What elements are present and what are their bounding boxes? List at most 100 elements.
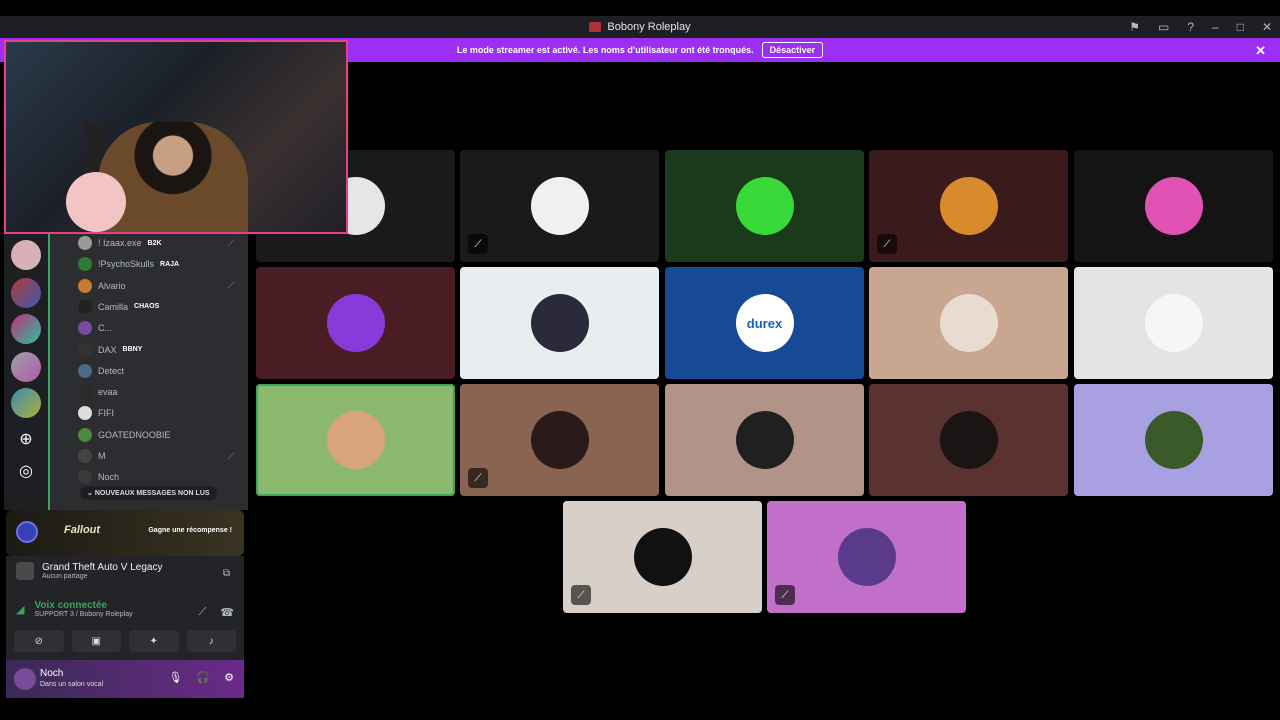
maximize-icon[interactable]: □	[1237, 20, 1244, 34]
member-name: evaa	[98, 387, 118, 398]
help-icon[interactable]: ?	[1187, 20, 1194, 34]
window-title-text: Bobony Roleplay	[607, 21, 691, 33]
promo-brand: Fallout	[64, 524, 101, 536]
game-activity[interactable]: Grand Theft Auto V Legacy Aucun partage	[16, 562, 162, 580]
participant-tile[interactable]	[1074, 150, 1273, 262]
headphones-icon[interactable]: 🎧	[196, 671, 210, 684]
participant-tile[interactable]: ⟋	[460, 384, 659, 496]
participant-avatar	[735, 411, 794, 469]
server-icon[interactable]	[11, 240, 41, 270]
banner-close-icon[interactable]: ✕	[1255, 43, 1266, 59]
participant-tile[interactable]	[665, 150, 864, 262]
new-messages-pill[interactable]: ⌄ NOUVEAUX MESSAGES NON LUS	[80, 486, 217, 500]
member-row[interactable]: FIFI	[78, 404, 114, 422]
member-row[interactable]: DAX BBNY	[78, 341, 142, 359]
member-row[interactable]: ! Izaax.exe B2K ⟋	[78, 234, 234, 252]
server-folder-icon[interactable]	[11, 278, 41, 308]
participant-tile[interactable]: ⟋	[767, 501, 966, 613]
member-row[interactable]: GOATEDNOOBIE	[78, 426, 170, 444]
microphone-icon[interactable]: 🎙	[168, 671, 182, 684]
participant-avatar	[633, 528, 692, 586]
participant-tile[interactable]	[1074, 384, 1273, 496]
member-avatar	[78, 470, 92, 485]
server-folder-icon[interactable]	[11, 388, 41, 418]
close-icon[interactable]: ✕	[1262, 20, 1272, 34]
participant-avatar	[326, 294, 385, 352]
server-folder-icon[interactable]	[11, 352, 41, 382]
discover-icon[interactable]: ◎	[11, 456, 41, 486]
participant-avatar	[1144, 177, 1203, 235]
disable-streamer-mode-button[interactable]: Désactiver	[761, 42, 824, 58]
member-name: !PsychoSkulls	[98, 259, 155, 270]
member-row[interactable]: Camilla CHAOS	[78, 298, 159, 316]
member-row[interactable]: Detect	[78, 362, 124, 380]
participant-tile[interactable]: ⟋	[460, 150, 659, 262]
server-folder-icon[interactable]	[11, 314, 41, 344]
participant-tile[interactable]	[869, 384, 1068, 496]
screen-share-icon[interactable]: ⧉	[223, 568, 230, 579]
game-status: Aucun partage	[42, 573, 88, 580]
participant-tile[interactable]: ⟋	[563, 501, 762, 613]
soundboard-button[interactable]: ♪	[186, 630, 236, 652]
participant-avatar	[1144, 294, 1203, 352]
member-tag: BBNY	[122, 346, 143, 353]
participant-tile[interactable]	[256, 267, 455, 379]
game-name: Grand Theft Auto V Legacy	[42, 562, 163, 573]
member-name: FIFI	[98, 408, 114, 419]
participant-tile[interactable]	[256, 384, 455, 496]
member-row[interactable]: Noch	[78, 468, 119, 486]
participant-tile[interactable]	[460, 267, 659, 379]
flag-icon[interactable]: ⚑	[1129, 20, 1140, 34]
member-avatar	[78, 342, 92, 357]
member-row[interactable]: Alvario ⟋	[78, 277, 234, 295]
user-name[interactable]: Noch	[40, 668, 63, 679]
member-tag: RAJA	[160, 260, 180, 268]
member-avatar	[78, 427, 92, 442]
user-panel: Noch Dans un salon vocal 🎙 🎧 ⚙	[6, 660, 244, 698]
disconnect-icon[interactable]: ☎	[220, 606, 234, 619]
quest-promo[interactable]: Fallout Gagne une récompense !	[6, 510, 244, 556]
server-rail: ⊕ ◎	[4, 234, 48, 510]
member-avatar	[78, 363, 92, 378]
member-row[interactable]: evaa	[78, 383, 118, 401]
participant-tile[interactable]	[665, 384, 864, 496]
settings-gear-icon[interactable]: ⚙	[224, 671, 234, 684]
member-row[interactable]: M ⟋	[78, 447, 234, 465]
member-row[interactable]: !PsychoSkulls RAJA	[78, 255, 179, 273]
share-screen-button[interactable]: ▣	[71, 630, 121, 652]
muted-icon: ⟋	[775, 585, 795, 605]
muted-icon: ⟋	[468, 468, 488, 488]
participant-avatar	[735, 177, 794, 235]
participant-tile[interactable]: ⟋	[869, 150, 1068, 262]
voice-channel-label[interactable]: SUPPORT 3 / Bobony Roleplay	[34, 611, 132, 618]
participant-tile[interactable]: durex	[665, 267, 864, 379]
noise-suppression-icon[interactable]: ⟋	[199, 606, 207, 619]
muted-icon: ⟋	[571, 585, 591, 605]
member-avatar	[78, 449, 92, 463]
participant-avatar	[837, 528, 896, 586]
member-name: DAX	[98, 344, 117, 355]
activity-panel: Grand Theft Auto V Legacy Aucun partage …	[6, 556, 244, 660]
muted-icon: ⟋	[877, 234, 897, 254]
participant-avatar	[939, 177, 998, 235]
member-name: ! Izaax.exe	[98, 238, 142, 248]
participant-avatar	[530, 411, 589, 469]
new-messages-label: NOUVEAUX MESSAGES NON LUS	[94, 490, 210, 497]
minimize-icon[interactable]: –	[1212, 20, 1219, 34]
voice-channel-members: ⌄ NOUVEAUX MESSAGES NON LUS ! Izaax.exe B…	[48, 234, 248, 510]
voice-status: ◢ Voix connectée SUPPORT 3 / Bobony Role…	[16, 600, 133, 618]
muted-icon: ⟋	[468, 234, 488, 254]
camera-off-button[interactable]: ⊘	[14, 630, 64, 652]
member-avatar	[78, 278, 92, 293]
participant-tile[interactable]	[1074, 267, 1273, 379]
member-avatar	[78, 236, 92, 250]
participant-tile[interactable]	[869, 267, 1068, 379]
activities-button[interactable]: ✦	[129, 630, 179, 652]
inbox-icon[interactable]: ▭	[1158, 20, 1169, 34]
voice-connected-label[interactable]: Voix connectée	[34, 600, 132, 611]
user-avatar[interactable]	[14, 668, 36, 690]
add-server-icon[interactable]: ⊕	[11, 424, 41, 454]
member-row[interactable]: C...	[78, 319, 112, 337]
claim-reward-button[interactable]: Gagne une récompense !	[148, 527, 232, 534]
muted-icon: ⟋	[228, 280, 235, 291]
